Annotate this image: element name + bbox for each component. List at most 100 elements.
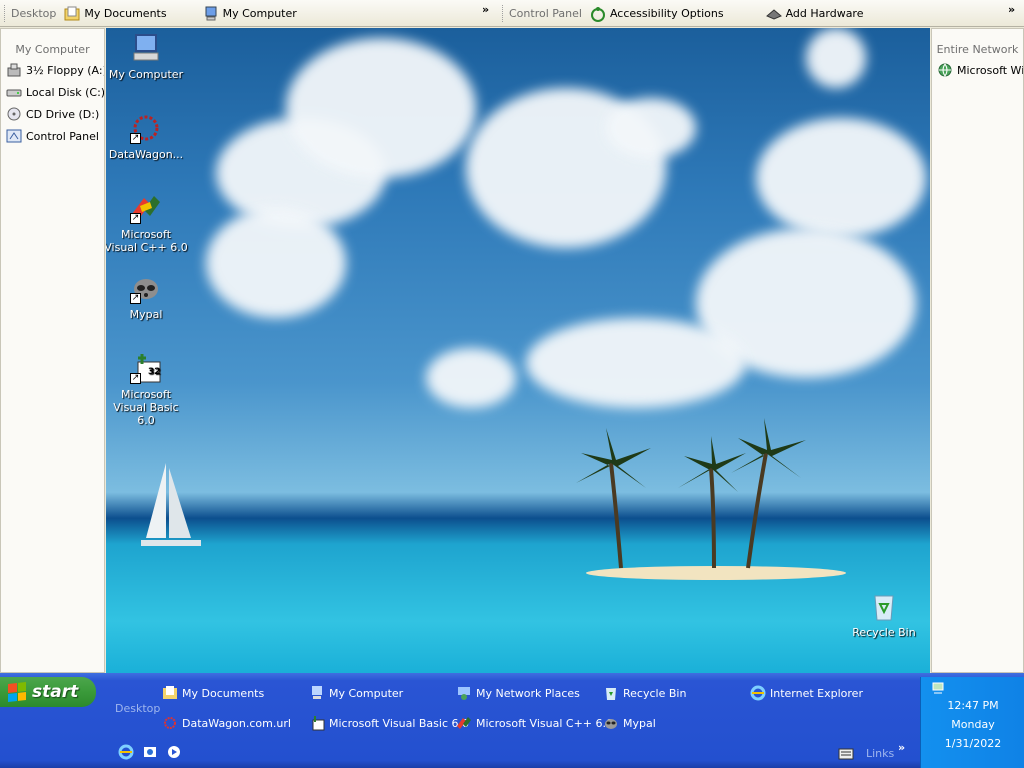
network-places-icon (458, 687, 470, 700)
network-status-icon[interactable] (931, 681, 945, 695)
my-computer-pane: My Computer 3½ Floppy (A:) Local Disk (C… (0, 28, 105, 673)
floppy-drive-item[interactable]: 3½ Floppy (A:) (1, 59, 104, 81)
taskbar-internet-explorer[interactable]: Internet Explorer (750, 685, 863, 701)
desktop-icon-label: Microsoft Visual Basic 6.0 (113, 388, 179, 427)
desktop-icon-recycle-bin[interactable]: Recycle Bin (842, 590, 926, 639)
taskbar-my-network-places[interactable]: My Network Places (456, 685, 580, 701)
taskbar-datawagon[interactable]: DataWagon.com.url (162, 715, 291, 731)
toolbar-add-hardware[interactable]: Add Hardware (765, 6, 864, 22)
desktop-toolbar-caption[interactable]: Desktop (11, 7, 56, 20)
taskbar-item-label: Internet Explorer (770, 686, 863, 700)
taskbar-visual-cpp[interactable]: Microsoft Visual C++ 6.0 (456, 715, 613, 731)
toolbar-item-label: Add Hardware (785, 7, 864, 20)
network-globe-icon (938, 63, 952, 77)
computer-icon (312, 686, 322, 699)
desktop-icon-visual-basic[interactable]: 32 ↗ Microsoft Visual Basic 6.0 (106, 352, 188, 427)
recycle-bin-icon (606, 688, 616, 700)
cd-drive-icon (7, 107, 21, 121)
computer-icon (133, 34, 159, 61)
taskbar: start Desktop My Documents My Computer M… (0, 673, 1024, 768)
local-disk-item[interactable]: Local Disk (C:) (1, 81, 104, 103)
toolbar-item-label: My Documents (84, 7, 167, 20)
quick-launch (118, 744, 186, 760)
right-pane-caption[interactable]: Entire Network (932, 43, 1023, 56)
accessibility-icon (590, 6, 605, 22)
taskbar-item-label: DataWagon.com.url (182, 716, 291, 730)
toolbar-accessibility-options[interactable]: Accessibility Options (590, 6, 724, 22)
toolbar-my-computer[interactable]: My Computer (203, 6, 297, 22)
control-panel-toolbar: Control Panel Accessibility Options Add … (498, 0, 877, 27)
wallpaper-cloud (606, 98, 696, 158)
folder-documents-icon (64, 6, 80, 20)
left-pane-caption[interactable]: My Computer (1, 43, 104, 56)
recycle-bin-icon (874, 595, 894, 621)
desktop-icon-label: Recycle Bin (852, 626, 916, 639)
microsoft-windows-network-item[interactable]: Microsoft Win (932, 59, 1023, 81)
outlook-express-icon[interactable] (142, 744, 158, 760)
taskbar-desktop-caption[interactable]: Desktop (115, 702, 160, 715)
wallpaper-cloud (526, 318, 746, 408)
control-toolbar-chevron[interactable]: » (1008, 3, 1015, 16)
desktop-icon-datawagon[interactable]: ↗ DataWagon... (106, 112, 188, 161)
toolbar-my-documents[interactable]: My Documents (64, 6, 167, 22)
wallpaper-cloud (286, 38, 476, 178)
sailboat-image (141, 463, 201, 546)
system-tray: 12:47 PM Monday 1/31/2022 (920, 677, 1024, 768)
links-chevron[interactable]: » (898, 741, 905, 754)
taskbar-my-documents[interactable]: My Documents (162, 685, 264, 701)
control-panel-item[interactable]: Control Panel (1, 125, 104, 147)
desktop-icon-my-computer[interactable]: My Computer (106, 32, 188, 81)
keyboard-icon[interactable] (838, 747, 854, 761)
taskbar-item-label: Recycle Bin (623, 686, 687, 700)
taskbar-item-label: Microsoft Visual C++ 6.0 (476, 716, 613, 730)
taskbar-item-label: Mypal (623, 716, 656, 730)
palm-island-image (576, 418, 846, 580)
clock-day: Monday (951, 718, 995, 731)
desktop-toolbar-chevron[interactable]: » (482, 3, 489, 16)
visual-cpp-icon (457, 717, 471, 729)
hard-disk-icon (6, 89, 22, 97)
media-player-icon[interactable] (166, 744, 182, 760)
internet-explorer-icon[interactable] (118, 744, 134, 760)
shortcut-arrow-icon: ↗ (130, 373, 141, 384)
pane-item-label: Microsoft Win (957, 63, 1023, 77)
network-pane: Entire Network Microsoft Win (931, 28, 1024, 673)
control-panel-toolbar-caption[interactable]: Control Panel (509, 7, 582, 20)
wallpaper-cloud (756, 118, 926, 238)
desktop-toolbar: Desktop My Documents My Computer (0, 0, 311, 27)
desktop-icon-mypal[interactable]: ↗ Mypal (106, 272, 188, 321)
desktop-icon-label: My Computer (108, 68, 184, 81)
shortcut-arrow-icon: ↗ (130, 213, 141, 224)
taskbar-item-label: My Computer (329, 686, 404, 700)
floppy-drive-icon (7, 63, 21, 77)
toolbar-item-label: My Computer (222, 7, 297, 20)
wallpaper-cloud (806, 28, 866, 88)
links-toolbar-label[interactable]: Links (866, 747, 894, 760)
clock-time[interactable]: 12:47 PM (921, 699, 1024, 712)
toolbar-item-label: Accessibility Options (609, 7, 724, 20)
desktop-icon-label: Mypal (129, 308, 163, 321)
folder-documents-icon (163, 686, 177, 699)
control-panel-icon (6, 129, 22, 143)
shortcut-arrow-icon: ↗ (130, 293, 141, 304)
taskbar-item-label: My Documents (182, 686, 265, 700)
clock-date: 1/31/2022 (944, 737, 1002, 750)
taskbar-recycle-bin[interactable]: Recycle Bin (603, 685, 686, 701)
taskbar-my-computer[interactable]: My Computer (309, 685, 403, 701)
taskbar-item-label: Microsoft Visual Basic 6.0 (329, 716, 470, 730)
taskbar-mypal[interactable]: Mypal (603, 715, 656, 731)
pane-item-label: Local Disk (C:) (26, 85, 104, 99)
taskbar-item-label: My Network Places (476, 686, 580, 700)
windows-flag-icon (8, 682, 26, 702)
svg-text:32: 32 (148, 367, 161, 377)
wallpaper-cloud (426, 348, 516, 408)
start-button[interactable]: start (0, 677, 96, 707)
pane-item-label: CD Drive (D:) (26, 107, 100, 121)
mypal-raccoon-icon (605, 719, 617, 729)
desktop-icon-label: DataWagon... (108, 148, 184, 161)
cd-drive-item[interactable]: CD Drive (D:) (1, 103, 104, 125)
desktop-area[interactable]: My Computer ↗ DataWagon... ↗ Microsoft V… (106, 28, 930, 673)
desktop-icon-visual-cpp[interactable]: ↗ Microsoft Visual C++ 6.0 (106, 192, 188, 254)
taskbar-visual-basic[interactable]: Microsoft Visual Basic 6.0 (309, 715, 469, 731)
pane-item-label: 3½ Floppy (A:) (26, 63, 104, 77)
